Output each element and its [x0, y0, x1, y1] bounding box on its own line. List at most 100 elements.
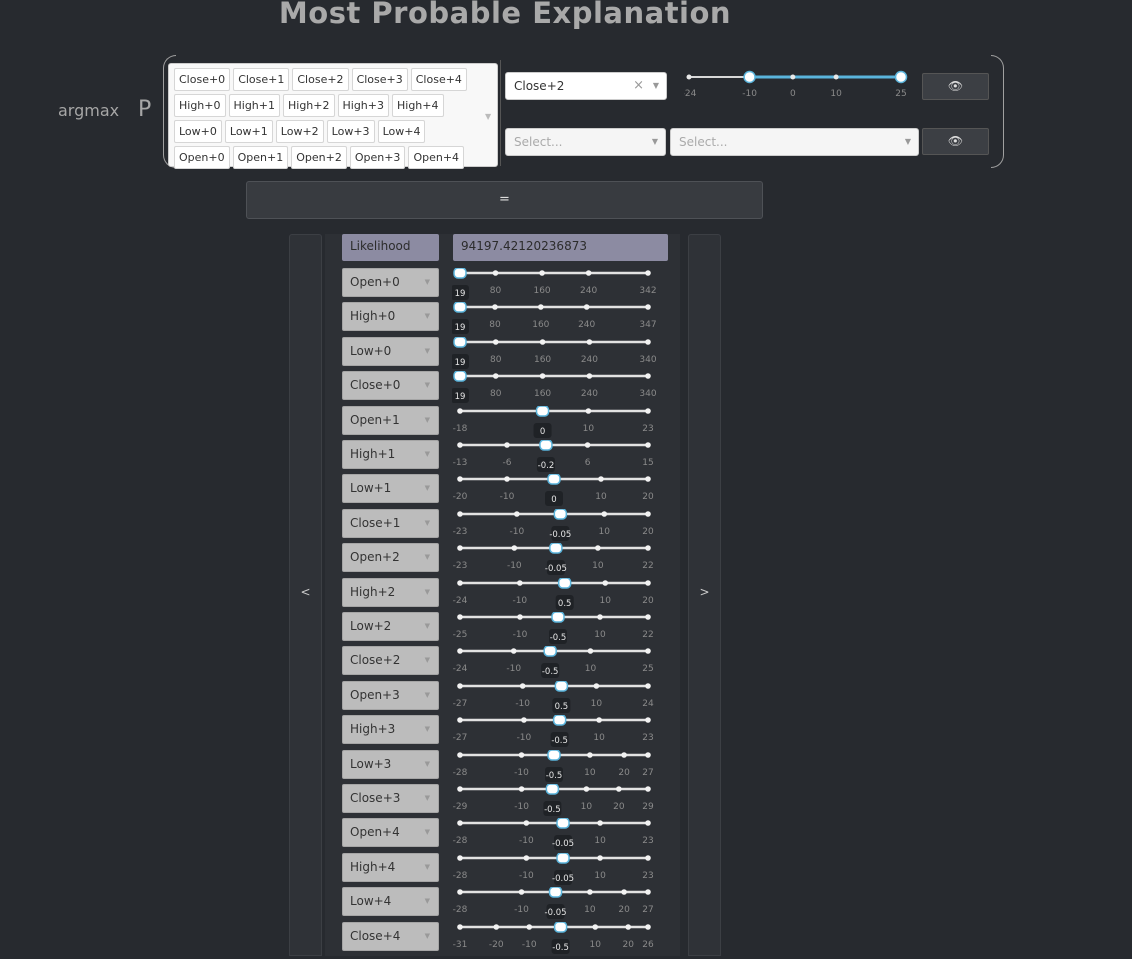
variable-chip[interactable]: Open+4	[408, 146, 465, 169]
chevron-down-icon[interactable]: ▼	[425, 588, 430, 596]
chevron-down-icon[interactable]: ▼	[425, 381, 430, 389]
variable-select[interactable]: Close+1 ▼	[342, 509, 439, 538]
chevron-down-icon[interactable]: ▼	[425, 656, 430, 664]
slider-handle[interactable]	[557, 577, 572, 589]
variable-chip[interactable]: Low+3	[326, 120, 375, 143]
value-slider[interactable]: 80 160 240 347 19	[451, 301, 664, 339]
chevron-down-icon[interactable]: ▼	[425, 553, 430, 561]
variable-chip[interactable]: Close+0	[174, 68, 231, 91]
slider-handle[interactable]	[453, 267, 467, 279]
variable-select[interactable]: High+0 ▼	[342, 302, 439, 331]
range-handle[interactable]	[743, 70, 756, 84]
chevron-down-icon[interactable]: ▼	[653, 81, 659, 90]
variable-chip[interactable]: Low+1	[224, 120, 273, 143]
variable-select[interactable]: Low+4 ▼	[342, 887, 439, 916]
value-slider[interactable]: -28 -10 10 20 27 -0.5	[452, 749, 664, 787]
view-button[interactable]: 👁	[922, 128, 989, 155]
next-button[interactable]: >	[688, 234, 721, 956]
variable-select[interactable]: Close+4 ▼	[342, 922, 439, 951]
slider-handle[interactable]	[552, 714, 567, 726]
value-slider[interactable]: 80 160 240 340 19	[451, 370, 664, 408]
chevron-down-icon[interactable]: ▼	[425, 450, 430, 458]
variable-select[interactable]: Open+3 ▼	[342, 681, 439, 710]
variable-chip[interactable]: Low+2	[275, 120, 324, 143]
slider-handle[interactable]	[539, 439, 553, 451]
value-slider[interactable]: 80 160 240 340 19	[451, 336, 664, 374]
chevron-down-icon[interactable]: ▼	[425, 622, 430, 630]
chevron-down-icon[interactable]: ▼	[425, 760, 430, 768]
condition-variable-select[interactable]: Select... ▼	[505, 128, 666, 156]
variable-chip[interactable]: Low+4	[377, 120, 426, 143]
variable-chip[interactable]: Close+2	[292, 68, 349, 91]
prev-button[interactable]: <	[289, 234, 322, 956]
variable-chip[interactable]: Open+0	[174, 146, 230, 169]
variable-select[interactable]: Open+1 ▼	[342, 406, 439, 435]
variable-chip[interactable]: Close+3	[351, 68, 408, 91]
variable-select[interactable]: High+1 ▼	[342, 440, 439, 469]
slider-handle[interactable]	[556, 852, 570, 864]
chevron-down-icon[interactable]: ▼	[425, 794, 430, 802]
variable-select[interactable]: Close+2 ▼	[342, 646, 439, 675]
condition-value-select[interactable]: Select... ▼	[670, 128, 919, 156]
value-slider[interactable]: -27 -10 10 23 -0.5	[452, 714, 664, 752]
variable-chip[interactable]: High+2	[283, 94, 335, 117]
variable-select[interactable]: Open+0 ▼	[342, 268, 439, 297]
chevron-down-icon[interactable]: ▼	[425, 484, 430, 492]
variable-chip[interactable]: Close+1	[233, 68, 290, 91]
chevron-down-icon[interactable]: ▼	[652, 137, 658, 146]
variable-select[interactable]: High+2 ▼	[342, 578, 439, 607]
slider-handle[interactable]	[453, 336, 467, 348]
variable-select[interactable]: Low+3 ▼	[342, 750, 439, 779]
variable-chip[interactable]: Close+4	[410, 68, 467, 91]
chevron-down-icon[interactable]: ▼	[905, 137, 911, 146]
value-slider[interactable]: -20 -10 10 20 0	[452, 473, 664, 511]
variable-chip[interactable]: High+4	[392, 94, 444, 117]
value-slider[interactable]: -27 -10 10 24 0.5	[452, 680, 664, 718]
variable-select[interactable]: High+4 ▼	[342, 853, 439, 882]
chevron-down-icon[interactable]: ▼	[425, 863, 430, 871]
slider-handle[interactable]	[553, 921, 568, 933]
value-slider[interactable]: -28 -10 10 23 -0.05	[452, 852, 664, 890]
slider-handle[interactable]	[547, 473, 561, 485]
variable-select[interactable]: Low+1 ▼	[342, 474, 439, 503]
value-slider[interactable]: -28 -10 10 23 -0.05	[452, 817, 664, 855]
view-button[interactable]: 👁	[922, 73, 989, 100]
value-slider[interactable]: -24 -10 10 25 -0.5	[452, 645, 664, 683]
range-handle[interactable]	[894, 70, 908, 84]
chevron-down-icon[interactable]: ▼	[425, 932, 430, 940]
value-slider[interactable]: -31 -20 -10 10 20 26 -0.5	[452, 921, 664, 959]
variable-chip[interactable]: Low+0	[174, 120, 222, 143]
chevron-down-icon[interactable]: ▼	[425, 416, 430, 424]
slider-handle[interactable]	[549, 542, 563, 554]
value-slider[interactable]: -29 -10 10 20 29 -0.5	[452, 783, 664, 821]
variable-chip[interactable]: High+0	[174, 94, 226, 117]
slider-handle[interactable]	[551, 611, 565, 623]
value-slider[interactable]: -18 10 23 0	[452, 405, 664, 443]
value-slider[interactable]: 80 160 240 342 19	[451, 267, 664, 305]
slider-handle[interactable]	[535, 405, 550, 417]
variable-chip[interactable]: Open+2	[291, 146, 347, 169]
value-slider[interactable]: -13 -6 6 15 -0.2	[452, 439, 664, 477]
chevron-down-icon[interactable]: ▼	[425, 725, 430, 733]
variable-chip[interactable]: High+3	[337, 94, 389, 117]
compute-button[interactable]: =	[246, 181, 763, 219]
variable-select[interactable]: Close+3 ▼	[342, 784, 439, 813]
variable-chip[interactable]: High+1	[228, 94, 280, 117]
chevron-down-icon[interactable]: ▼	[425, 897, 430, 905]
variable-chip[interactable]: Open+1	[232, 146, 289, 169]
value-slider[interactable]: -23 -10 10 20 -0.05	[452, 508, 664, 546]
variable-select[interactable]: Open+2 ▼	[342, 543, 439, 572]
variable-select[interactable]: Low+0 ▼	[342, 337, 439, 366]
chevron-down-icon[interactable]: ▼	[425, 519, 430, 527]
slider-handle[interactable]	[453, 370, 467, 382]
slider-handle[interactable]	[553, 508, 568, 520]
variable-select[interactable]: Low+2 ▼	[342, 612, 439, 641]
chevron-down-icon[interactable]: ▼	[425, 278, 430, 286]
variable-select[interactable]: High+3 ▼	[342, 715, 439, 744]
slider-handle[interactable]	[556, 817, 570, 829]
chevron-down-icon[interactable]: ▼	[485, 112, 491, 121]
value-slider[interactable]: -24 -10 10 20 0.5	[452, 577, 664, 615]
chevron-down-icon[interactable]: ▼	[425, 312, 430, 320]
slider-handle[interactable]	[543, 645, 557, 657]
slider-handle[interactable]	[548, 886, 563, 898]
